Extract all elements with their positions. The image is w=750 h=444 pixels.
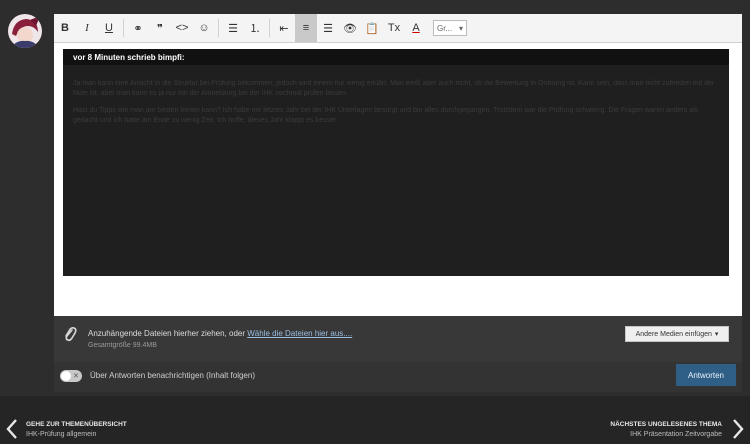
reply-editor: B I U ⚭ ❞ <> ☺ ☰ ⒈ ⇤ ≡ ☰ 👁 📋 Tx A Gr... … xyxy=(54,14,742,392)
toolbar-divider xyxy=(218,19,219,37)
attachment-dropzone[interactable]: Anzuhängende Dateien hierher ziehen, ode… xyxy=(54,316,742,362)
code-icon[interactable]: <> xyxy=(171,14,193,42)
quoted-post: vor 8 Minuten schrieb bimpfi: Ja man kan… xyxy=(63,49,729,276)
avatar[interactable] xyxy=(8,14,42,48)
paste-clipboard-icon[interactable]: 📋 xyxy=(361,14,383,42)
nav-next-subtitle: IHK Präsentation Zeitvorgabe xyxy=(630,431,722,438)
align-center-icon[interactable]: ☰ xyxy=(317,14,339,42)
user-avatar-icon xyxy=(8,14,42,48)
bold-button[interactable]: B xyxy=(54,14,76,42)
chevron-left-icon xyxy=(6,419,17,439)
emoji-icon[interactable]: ☺ xyxy=(193,14,215,42)
follow-toggle[interactable]: ✕ xyxy=(60,370,82,382)
next-nav-link[interactable]: NÄCHSTES UNGELESENES THEMA IHK Präsentat… xyxy=(544,418,744,440)
chevron-down-icon: ▾ xyxy=(458,23,463,33)
chevron-right-icon xyxy=(733,419,744,439)
editor-toolbar: B I U ⚭ ❞ <> ☺ ☰ ⒈ ⇤ ≡ ☰ 👁 📋 Tx A Gr... … xyxy=(54,14,742,43)
numbered-list-icon[interactable]: ⒈ xyxy=(244,14,266,42)
font-size-value: Gr... xyxy=(437,23,453,33)
attach-drag-text: Anzuhängende Dateien hierher ziehen, ode… xyxy=(88,329,248,338)
previous-nav-link[interactable]: GEHE ZUR THEMENÜBERSICHT IHK-Prüfung all… xyxy=(6,418,206,440)
attach-total-size: Gesamtgröße 99.4MB xyxy=(88,342,157,349)
caret-down-icon: ▾ xyxy=(714,331,719,338)
quote-paragraph: Hast du Tipps wie man am besten lernen k… xyxy=(73,107,699,124)
toolbar-divider xyxy=(123,19,124,37)
insert-other-media-button[interactable]: Andere Medien einfügen ▾ xyxy=(625,326,729,342)
font-size-select[interactable]: Gr... ▾ xyxy=(433,20,467,36)
underline-button[interactable]: U xyxy=(98,14,120,42)
quote-header: vor 8 Minuten schrieb bimpfi: xyxy=(63,49,729,65)
reply-button[interactable]: Antworten xyxy=(676,364,736,386)
nav-prev-subtitle: IHK-Prüfung allgemein xyxy=(26,431,97,438)
attach-instructions: Anzuhängende Dateien hierher ziehen, ode… xyxy=(88,329,352,338)
reply-footer: ✕ Über Antworten benachrichtigen (Inhalt… xyxy=(54,362,742,392)
nav-next-title: NÄCHSTES UNGELESENES THEMA xyxy=(610,421,722,428)
choose-files-link[interactable]: Wähle die Dateien hier aus.... xyxy=(247,329,352,338)
link-icon[interactable]: ⚭ xyxy=(127,14,149,42)
toggle-knob xyxy=(61,371,71,381)
align-left-icon[interactable]: ≡ xyxy=(295,14,317,42)
editor-content-area[interactable]: vor 8 Minuten schrieb bimpfi: Ja man kan… xyxy=(54,43,742,330)
outdent-icon[interactable]: ⇤ xyxy=(273,14,295,42)
bullet-list-icon[interactable]: ☰ xyxy=(222,14,244,42)
paperclip-icon xyxy=(65,327,77,342)
follow-toggle-label: Über Antworten benachrichtigen (Inhalt f… xyxy=(90,371,255,380)
toolbar-divider xyxy=(269,19,270,37)
quote-icon[interactable]: ❞ xyxy=(149,14,171,42)
media-button-label: Andere Medien einfügen xyxy=(635,330,712,338)
nav-prev-title: GEHE ZUR THEMENÜBERSICHT xyxy=(26,421,127,428)
quote-paragraph: Ja man kann eine Ansicht in die Struktur… xyxy=(73,80,715,97)
text-color-icon[interactable]: A xyxy=(405,14,427,42)
quote-body: Ja man kann eine Ansicht in die Struktur… xyxy=(63,65,729,126)
clear-format-icon[interactable]: Tx xyxy=(383,14,405,42)
preview-eye-icon[interactable]: 👁 xyxy=(339,14,361,42)
close-icon: ✕ xyxy=(73,373,79,380)
italic-button[interactable]: I xyxy=(76,14,98,42)
